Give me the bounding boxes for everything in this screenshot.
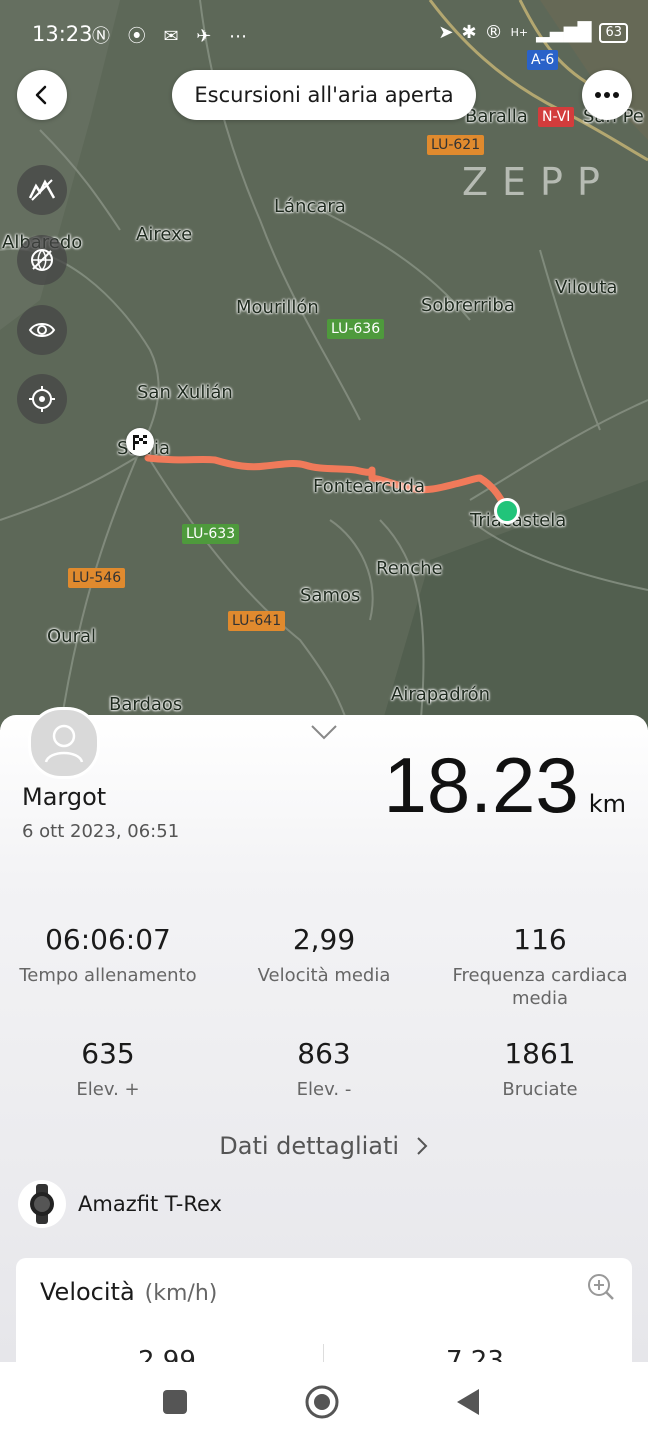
signal-icon: ▂▄▆█ (536, 22, 592, 43)
speed-card-title: Velocità (km/h) (40, 1278, 217, 1306)
end-point-marker-icon (494, 498, 520, 524)
chevron-down-icon (311, 725, 337, 740)
road-shield: N-VI (538, 107, 575, 127)
zoom-in-icon (588, 1274, 614, 1300)
status-time: 13:23 (32, 22, 93, 46)
triangle-back-icon (457, 1389, 479, 1415)
locate-icon (29, 386, 55, 412)
home-circle-icon (305, 1385, 339, 1419)
chevron-left-icon (35, 85, 47, 105)
road-shield: LU-633 (182, 524, 240, 544)
map-place: Oural (47, 626, 97, 647)
map-place: Mourillón (236, 297, 319, 318)
map-place: Fontearcuda (313, 476, 426, 497)
zoom-in-button[interactable] (586, 1272, 616, 1306)
home-button[interactable] (302, 1382, 342, 1422)
avatar[interactable] (28, 707, 100, 779)
total-distance: 18.23 km (384, 740, 626, 831)
user-placeholder-icon (44, 724, 84, 763)
network-type: H+ (510, 26, 529, 39)
distance-unit: km (588, 790, 626, 818)
stat-value: 2,99 (292, 923, 356, 956)
registered-icon: ® (484, 22, 503, 43)
map-place: Baralla (465, 106, 528, 127)
stat-label: Tempo allenamento (19, 965, 197, 986)
speed-title: Velocità (40, 1278, 135, 1306)
bluetooth-icon: ✱ (461, 22, 477, 43)
chevron-right-icon (416, 1137, 428, 1155)
map-place: Sobrerriba (421, 295, 515, 316)
workout-summary-sheet: Margot 6 ott 2023, 06:51 18.23 km 06:06:… (0, 707, 648, 1418)
stat-calories: 1861 Bruciate (432, 1037, 648, 1101)
status-right-icons: ➤ ✱ ® H+ ▂▄▆█ 63 (438, 22, 628, 43)
distance-value: 18.23 (383, 741, 579, 829)
map-place: San Xulián (137, 382, 233, 403)
system-nav-bar (0, 1362, 648, 1440)
map-place: Airapadrón (391, 684, 491, 705)
stat-value: 635 (81, 1037, 135, 1070)
stat-label: Elev. + (76, 1079, 140, 1100)
more-options-button[interactable] (582, 70, 632, 120)
road-shield: LU-636 (327, 319, 385, 339)
device-name: Amazfit T-Rex (78, 1192, 222, 1216)
more-dots-icon (595, 92, 619, 98)
workout-date: 6 ott 2023, 06:51 (22, 821, 180, 842)
location-icon: ➤ (438, 22, 454, 43)
stat-average-heart-rate: 116 Frequenza cardiaca media (432, 923, 648, 1010)
stat-training-time: 06:06:07 Tempo allenamento (0, 923, 216, 987)
eye-icon (28, 323, 56, 337)
user-name: Margot (22, 783, 107, 811)
map-place: Airexe (136, 224, 193, 245)
activity-type-title[interactable]: Escursioni all'aria aperta (172, 70, 476, 120)
stat-label: Elev. - (296, 1079, 352, 1100)
stat-value: 116 (513, 923, 567, 956)
road-shield: LU-546 (68, 568, 126, 588)
notification-icons: Ⓝ ⦿ ✉ ✈ ⋯ (92, 26, 254, 47)
stat-average-speed: 2,99 Velocità media (216, 923, 432, 987)
map-place: Láncara (274, 196, 346, 217)
map-place: Vilouta (555, 277, 618, 298)
road-shield: LU-641 (228, 611, 286, 631)
road-shield: LU-621 (427, 135, 485, 155)
stat-label: Bruciate (502, 1079, 578, 1100)
stat-label: Frequenza cardiaca media (452, 965, 628, 1009)
recents-button[interactable] (155, 1382, 195, 1422)
stat-value: 1861 (504, 1037, 576, 1070)
route-map[interactable]: Baralla San Pe Láncara Airexe Albaredo M… (0, 0, 648, 730)
detailed-data-link[interactable]: Dati dettagliati (0, 1132, 648, 1160)
square-icon (163, 1390, 187, 1414)
battery-icon: 63 (599, 22, 628, 43)
stat-label: Velocità media (257, 965, 391, 986)
stat-elevation-gain: 635 Elev. + (0, 1037, 216, 1101)
stat-value: 06:06:07 (45, 923, 171, 956)
speed-unit: (km/h) (144, 1281, 218, 1306)
device-row[interactable]: Amazfit T-Rex (18, 1180, 222, 1228)
recenter-button[interactable] (17, 374, 67, 424)
map-place: Samos (300, 585, 361, 606)
map-place: Renche (376, 558, 443, 579)
back-nav-button[interactable] (448, 1382, 488, 1422)
start-flag-icon (126, 428, 154, 456)
map-style-button[interactable] (17, 165, 67, 215)
zepp-watermark: ZEPP (462, 160, 614, 204)
stat-value: 863 (297, 1037, 351, 1070)
visibility-button[interactable] (17, 305, 67, 355)
detailed-data-label: Dati dettagliati (219, 1132, 400, 1160)
stat-elevation-loss: 863 Elev. - (216, 1037, 432, 1101)
status-bar: 13:23 Ⓝ ⦿ ✉ ✈ ⋯ ➤ ✱ ® H+ ▂▄▆█ 63 (0, 0, 648, 70)
map-place: Bardaos (109, 694, 183, 715)
watch-icon (18, 1180, 66, 1228)
terrain-toggle-icon (28, 179, 56, 201)
collapse-sheet-button[interactable] (310, 723, 338, 745)
globe-off-icon (31, 249, 53, 271)
back-button[interactable] (17, 70, 67, 120)
map-layer-toggle-button[interactable] (17, 235, 67, 285)
